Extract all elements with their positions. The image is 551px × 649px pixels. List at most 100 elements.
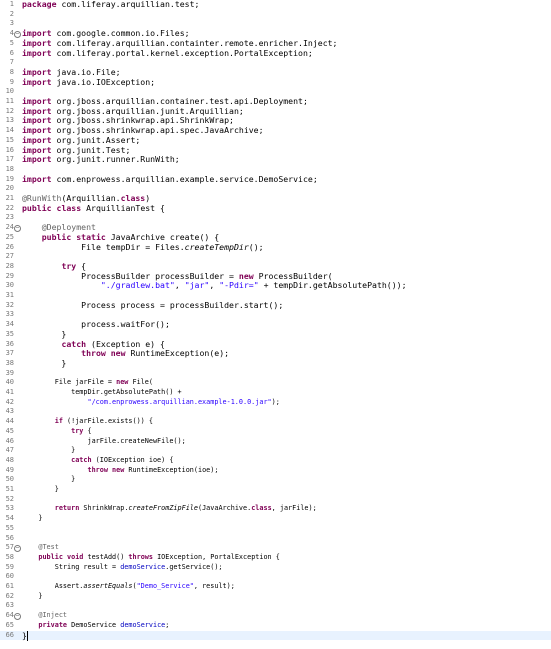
code-line[interactable]: 37 throw new RuntimeException(e); (0, 348, 551, 359)
code-token: import (22, 144, 52, 155)
code-token: java.io.IOException; (51, 76, 156, 87)
code-token: ProcessBuilder( (253, 270, 333, 281)
code-line[interactable]: 55 (0, 524, 551, 534)
code-line[interactable]: 32 Process process = processBuilder.star… (0, 300, 551, 311)
code-token: ProcessBuilder processBuilder = (22, 270, 239, 281)
code-line[interactable]: 63 (0, 601, 551, 611)
code-line[interactable]: 56 (0, 534, 551, 544)
code-line[interactable]: 48 catch (IOException ioe) { (0, 456, 551, 466)
code-line[interactable]: 59 String result = demoService.getServic… (0, 563, 551, 573)
code-line[interactable]: 61 Assert.assertEquals("Demo_Service", r… (0, 582, 551, 592)
code-line[interactable]: 42 "/com.enprowess.arquillian.example-1.… (0, 398, 551, 408)
code-line[interactable]: 52 (0, 495, 551, 505)
code-line[interactable]: 1 package com.liferay.arquillian.test; (0, 0, 551, 10)
code-line[interactable]: 2 (0, 10, 551, 20)
code-token: throw (87, 465, 108, 474)
code-text: } (22, 446, 75, 456)
code-token: throws (128, 552, 153, 561)
code-token: "./gradlew.bat" (100, 280, 175, 291)
code-line[interactable]: 17 import org.junit.runner.RunWith; (0, 154, 551, 165)
code-line[interactable]: 66} (0, 630, 551, 641)
code-line[interactable]: 41 tempDir.getAbsolutePath() + (0, 388, 551, 398)
code-token: ; (165, 620, 170, 629)
code-token: org.junit.runner.RunWith; (51, 154, 180, 165)
code-line[interactable]: 47 } (0, 446, 551, 456)
code-line[interactable]: 43 (0, 407, 551, 417)
code-line[interactable]: 53 return ShrinkWrap.createFromZipFile(J… (0, 504, 551, 514)
code-line[interactable]: 45 try { (0, 427, 551, 437)
code-line[interactable]: 46 jarFile.createNewFile(); (0, 437, 551, 447)
code-token: + tempDir.getAbsolutePath()); (258, 280, 407, 291)
code-token: public (38, 552, 63, 561)
code-line[interactable]: 44 if (!jarFile.exists()) { (0, 417, 551, 427)
code-token: (JavaArchive. (198, 504, 252, 513)
code-token: throw (81, 348, 106, 359)
code-line[interactable]: 54 } (0, 514, 551, 524)
code-token: org.junit.Assert; (51, 134, 141, 145)
code-token: demoService (120, 562, 166, 571)
code-line[interactable]: 60 (0, 572, 551, 582)
code-line[interactable]: 64− @Inject (0, 611, 551, 621)
fold-toggle-icon[interactable]: − (14, 613, 21, 621)
code-token: { (76, 260, 87, 271)
code-line[interactable]: 57− @Test (0, 543, 551, 553)
fold-toggle-icon[interactable]: − (14, 545, 21, 553)
code-line[interactable]: 40 File jarFile = new File( (0, 378, 551, 388)
code-token: RuntimeException(e); (125, 348, 230, 359)
line-number: 5 (9, 38, 14, 47)
code-text: private DemoService demoService; (22, 621, 169, 631)
code-token: class (120, 193, 146, 203)
code-line[interactable]: 34 process.waitFor(); (0, 319, 551, 330)
code-line[interactable]: 49 throw new RuntimeException(ioe); (0, 466, 551, 476)
code-line[interactable]: 22 public class ArquillianTest { (0, 203, 551, 214)
code-line[interactable]: 30 "./gradlew.bat", "jar", "-Pdir=" + te… (0, 280, 551, 291)
line-number: 44 (5, 417, 14, 426)
code-line[interactable]: 65 private DemoService demoService; (0, 621, 551, 631)
code-text: import java.io.IOException; (22, 76, 156, 88)
code-line[interactable]: 38 } (0, 357, 551, 369)
code-token: , (174, 280, 185, 291)
code-line[interactable]: 9 import java.io.IOException; (0, 76, 551, 88)
code-line[interactable]: 6 import com.liferay.portal.kernel.except… (0, 48, 551, 59)
line-number: 24 (5, 223, 14, 232)
line-number: 32 (5, 300, 14, 309)
code-token: createFromZipFile (128, 504, 198, 513)
code-token: } (22, 357, 67, 368)
code-token: import (22, 154, 52, 165)
fold-toggle-icon[interactable]: − (14, 225, 21, 233)
code-text: try { (22, 427, 91, 437)
code-line[interactable]: 58 public void testAdd() throws IOExcept… (0, 553, 551, 563)
code-text: public class ArquillianTest { (22, 203, 165, 214)
code-token: import (22, 115, 52, 126)
code-text: return ShrinkWrap.createFromZipFile(Java… (22, 504, 317, 514)
line-number: 7 (9, 58, 14, 67)
code-line[interactable]: 26 File tempDir = Files.createTempDir(); (0, 241, 551, 253)
code-line[interactable]: 62 } (0, 592, 551, 602)
code-token: IOException, PortalException { (152, 552, 280, 561)
code-token: java.io.File; (51, 66, 121, 77)
code-text: @Test (22, 543, 58, 553)
code-editor[interactable]: 1 package com.liferay.arquillian.test; 2 3 4… (0, 0, 551, 649)
line-number: 53 (5, 504, 14, 513)
code-token: org.junit.Test; (51, 144, 131, 155)
code-line[interactable]: 51 } (0, 485, 551, 495)
line-number: 3 (9, 19, 14, 28)
code-line[interactable]: 50 } (0, 475, 551, 485)
code-token: (Exception e) { (86, 338, 165, 349)
line-number: 37 (5, 349, 14, 358)
code-text: } (22, 630, 28, 641)
code-token: catch (71, 455, 92, 464)
fold-toggle-icon[interactable]: − (14, 31, 21, 39)
line-number: 38 (5, 358, 14, 367)
line-number: 59 (5, 562, 14, 571)
line-number: 15 (5, 135, 14, 144)
code-line[interactable]: 39 (0, 369, 551, 379)
code-line[interactable]: 19 import com.enprowess.arquillian.exampl… (0, 174, 551, 185)
code-token: createTempDir (184, 241, 249, 252)
line-number: 16 (5, 145, 14, 154)
code-token: , result); (193, 582, 235, 590)
